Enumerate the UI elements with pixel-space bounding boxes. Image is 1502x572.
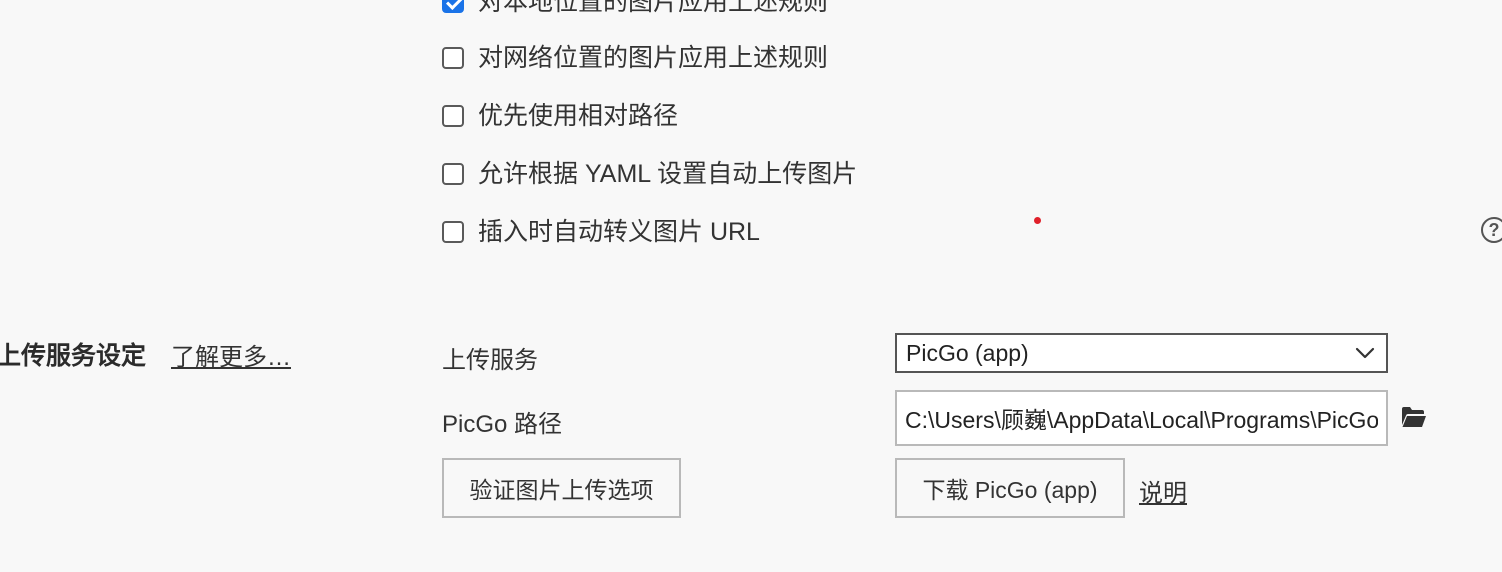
verify-image-upload-button[interactable]: 验证图片上传选项 xyxy=(442,458,681,518)
download-picgo-button[interactable]: 下载 PicGo (app) xyxy=(895,458,1125,518)
help-icon[interactable]: ? xyxy=(1481,217,1502,243)
apply-local-rules-label: 对本地位置的图片应用上述规则 xyxy=(478,0,829,16)
yaml-auto-upload-checkbox-row[interactable]: 允许根据 YAML 设置自动上传图片 xyxy=(442,159,857,189)
yaml-auto-upload-checkbox[interactable] xyxy=(442,163,464,185)
prefer-relative-path-label: 优先使用相对路径 xyxy=(478,102,679,130)
escape-image-url-checkbox-row[interactable]: 插入时自动转义图片 URL xyxy=(442,217,760,247)
escape-image-url-checkbox[interactable] xyxy=(442,221,464,243)
apply-local-rules-checkbox[interactable] xyxy=(442,0,464,13)
picgo-path-label: PicGo 路径 xyxy=(442,411,563,438)
picgo-path-input[interactable] xyxy=(895,390,1388,446)
red-dot-marker xyxy=(1034,217,1041,224)
apply-local-rules-checkbox-row[interactable]: 对本地位置的图片应用上述规则 xyxy=(442,0,828,17)
chevron-down-icon xyxy=(1355,347,1375,359)
upload-service-label: 上传服务 xyxy=(442,347,538,374)
folder-open-icon[interactable] xyxy=(1401,406,1427,428)
upload-service-section-title: 上传服务设定 xyxy=(0,342,147,370)
prefer-relative-path-checkbox-row[interactable]: 优先使用相对路径 xyxy=(442,101,678,131)
apply-network-rules-checkbox-row[interactable]: 对网络位置的图片应用上述规则 xyxy=(442,43,828,73)
upload-service-select-value: PicGo (app) xyxy=(906,339,1029,366)
apply-network-rules-label: 对网络位置的图片应用上述规则 xyxy=(478,44,829,72)
yaml-auto-upload-label: 允许根据 YAML 设置自动上传图片 xyxy=(478,160,858,188)
learn-more-link[interactable]: 了解更多… xyxy=(171,337,291,372)
upload-service-select[interactable]: PicGo (app) xyxy=(895,333,1388,373)
preferences-image-panel: 对本地位置的图片应用上述规则 对网络位置的图片应用上述规则 优先使用相对路径 允… xyxy=(0,0,1502,572)
escape-image-url-label: 插入时自动转义图片 URL xyxy=(478,218,760,246)
apply-network-rules-checkbox[interactable] xyxy=(442,47,464,69)
prefer-relative-path-checkbox[interactable] xyxy=(442,105,464,127)
instructions-link[interactable]: 说明 xyxy=(1139,473,1187,508)
